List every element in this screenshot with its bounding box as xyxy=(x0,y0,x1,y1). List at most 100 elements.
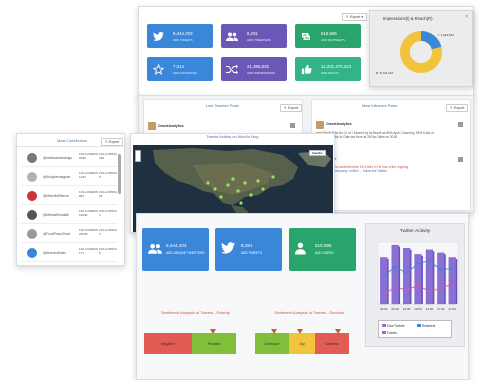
contributor-row[interactable]: @MichaelScarlatti FOLLOWERS 19545 FOLLOWING… xyxy=(21,207,117,224)
activity-bar xyxy=(437,252,445,305)
kpi-value: 7,014 xyxy=(173,64,184,69)
followers-cell: FOLLOWERS 29648 xyxy=(79,228,98,236)
donut-label-reach: R: 5,724,167 xyxy=(376,71,394,75)
kpi-tile-retweets[interactable]: 518,595 ADD RETWEETS xyxy=(295,24,361,48)
retweets-line-point xyxy=(405,272,408,274)
emotion-joy[interactable]: Joy xyxy=(289,333,315,354)
legend-item[interactable]: Retweets xyxy=(417,324,435,328)
kpi-tile-favorites[interactable]: 7,014 ADD FAVORITES xyxy=(147,57,213,81)
legend-label: Total Tweets xyxy=(386,324,405,328)
contributor-name[interactable]: @FoodPhotoShoot xyxy=(43,232,70,236)
post-author[interactable]: OracleAnalytics xyxy=(158,124,184,128)
emotion-sadness[interactable]: Sadness xyxy=(315,333,349,354)
activity-bar-side xyxy=(455,259,458,304)
dashboard-front-panel: 8,444,203 ADD UNIQUE TWEETERS 8,291 ADD … xyxy=(136,213,469,380)
kpi-label: ADD FAVORITES xyxy=(173,71,197,75)
kpi-label: ADD TWEETS xyxy=(173,38,193,42)
kpi-tile-unique-tweeters[interactable]: 8,444,203 ADD UNIQUE TWEETERS xyxy=(142,228,209,271)
emotion-bar: Unknown Joy Sadness xyxy=(255,329,349,354)
panel-title: Last Tweeted Posts xyxy=(206,104,240,108)
options-icon[interactable] xyxy=(458,122,463,127)
kpi-label: ADD REACH xyxy=(321,71,339,75)
retweets-line-point xyxy=(417,262,419,265)
retweets-line-point xyxy=(439,268,442,271)
panel-title: Impressions(I) & Reach(R) xyxy=(383,16,433,21)
following-cell: FOLLOWING 3 xyxy=(99,209,117,217)
close-icon[interactable]: × xyxy=(465,14,468,20)
x-tick-label: 09:10 xyxy=(391,307,399,311)
avatar xyxy=(27,153,37,163)
emotion-title: Sentiment Analysis of Tweets - Emotion xyxy=(274,310,345,315)
kpi-label: ADD IMPRESSIONS xyxy=(247,71,276,75)
kpi-tile-impressions[interactable]: 21,395,625 ADD IMPRESSIONS xyxy=(221,57,287,81)
activity-bar-side xyxy=(432,251,435,304)
export-label: Export xyxy=(288,106,299,110)
twitter-activity-chart[interactable]: 23:34 09:10 10:36 12:53 13:46 17:33 21:54 xyxy=(368,238,464,318)
kpi-label: ADD TWEETS xyxy=(241,251,262,255)
legend-item[interactable]: Tweets xyxy=(382,331,397,335)
legend-item[interactable]: Total Tweets xyxy=(382,324,405,328)
emotion-unknown[interactable]: Unknown xyxy=(255,333,289,354)
contributor-name[interactable]: @AmericaSales xyxy=(43,251,66,255)
contributor-name[interactable]: @melissaaniestwigs xyxy=(43,156,72,160)
polarity-bar: Negative Positive xyxy=(144,329,236,354)
contributor-row[interactable]: @FoodPhotoShoot FOLLOWERS 29648 FOLLOWING 5 xyxy=(21,226,117,243)
post-author[interactable]: OracleAnalytics xyxy=(326,122,352,126)
impressions-reach-panel: Impressions(I) & Reach(R) × I: 1,923,624… xyxy=(369,10,473,87)
export-button[interactable]: ✎ Export ▾ xyxy=(342,13,368,21)
tweets-line-point xyxy=(417,284,419,287)
followers-cell: FOLLOWERS 893 xyxy=(79,190,98,198)
scrollbar[interactable] xyxy=(118,154,121,194)
x-tick-label: 10:36 xyxy=(403,307,411,311)
tweets-line-point xyxy=(451,282,454,285)
activity-bar-side xyxy=(387,259,389,304)
star-icon xyxy=(147,57,169,81)
followers-cell: FOLLOWERS 1440 xyxy=(79,171,98,179)
kpi-value: 8,291 xyxy=(247,31,258,36)
polarity-title: Sentiment Analysis of Tweets - Polarity xyxy=(161,310,230,315)
export-button[interactable]: ✎ Export xyxy=(280,104,303,112)
activity-bar-side xyxy=(398,246,401,304)
followers-value: 177 xyxy=(79,251,85,255)
following-value: 6 xyxy=(99,175,101,179)
panel-header: Most Contributors ✎ Export xyxy=(17,134,124,147)
zoom-control[interactable] xyxy=(135,150,141,162)
panel-title: Most Contributors xyxy=(57,139,87,143)
panel-title: Most Influence Posts xyxy=(362,104,398,108)
x-tick-label: 23:34 xyxy=(380,307,388,311)
kpi-value: 8,291 xyxy=(241,243,253,248)
contributor-name[interactable]: @Ahughesmagarin xyxy=(43,175,70,179)
following-cell: FOLLOWING 449 xyxy=(99,152,117,160)
contributor-row[interactable]: @melissaaniestwigs FOLLOWERS 5338 FOLLOWING… xyxy=(21,150,117,167)
contributor-name[interactable]: @MichaelScarlatti xyxy=(43,213,69,217)
export-button[interactable]: ✎ Export xyxy=(101,138,124,146)
contributor-name[interactable]: @MichelleEtienne xyxy=(43,194,69,198)
following-label: FOLLOWING xyxy=(99,228,118,232)
polarity-negative[interactable]: Negative xyxy=(144,333,192,354)
options-icon[interactable] xyxy=(290,123,295,128)
avatar xyxy=(27,191,37,201)
pointer-icon xyxy=(297,329,303,334)
kpi-tile-users[interactable]: 518,595 ADD USERS xyxy=(289,228,356,271)
kpi-value: 518,595 xyxy=(321,31,337,36)
x-tick-label: 12:53 xyxy=(414,307,422,311)
polarity-positive[interactable]: Positive xyxy=(192,333,236,354)
kpi-tile-reach[interactable]: 11,201,475,224 ADD REACH xyxy=(295,57,361,81)
following-cell: FOLLOWING 36 xyxy=(99,190,117,198)
contributor-row[interactable]: @MichelleEtienne FOLLOWERS 893 FOLLOWING 36 xyxy=(21,188,117,205)
export-button[interactable]: ✎ Export xyxy=(446,104,469,112)
retweet-icon xyxy=(295,24,317,48)
contributor-row[interactable]: @Ahughesmagarin FOLLOWERS 1440 FOLLOWING 6 xyxy=(21,169,117,186)
legend-label: Tweets xyxy=(386,331,397,335)
pointer-icon xyxy=(335,329,341,334)
kpi-tile-tweets[interactable]: 8,291 ADD TWEETS xyxy=(215,228,282,271)
contributor-row[interactable]: @AmericaSales FOLLOWERS 177 FOLLOWING 6 xyxy=(21,245,117,262)
kpi-tile-tweets[interactable]: 8,444,203 ADD TWEETS xyxy=(147,24,213,48)
x-tick-label: 21:54 xyxy=(449,307,457,311)
kpi-label: ADD RETWEETS xyxy=(321,38,345,42)
map-type-button[interactable]: Satellite xyxy=(309,150,326,156)
avatar xyxy=(148,122,156,130)
options-icon[interactable] xyxy=(458,157,463,162)
avatar xyxy=(27,172,37,182)
kpi-tile-tweeters[interactable]: 8,291 ADD TWEETERS xyxy=(221,24,287,48)
